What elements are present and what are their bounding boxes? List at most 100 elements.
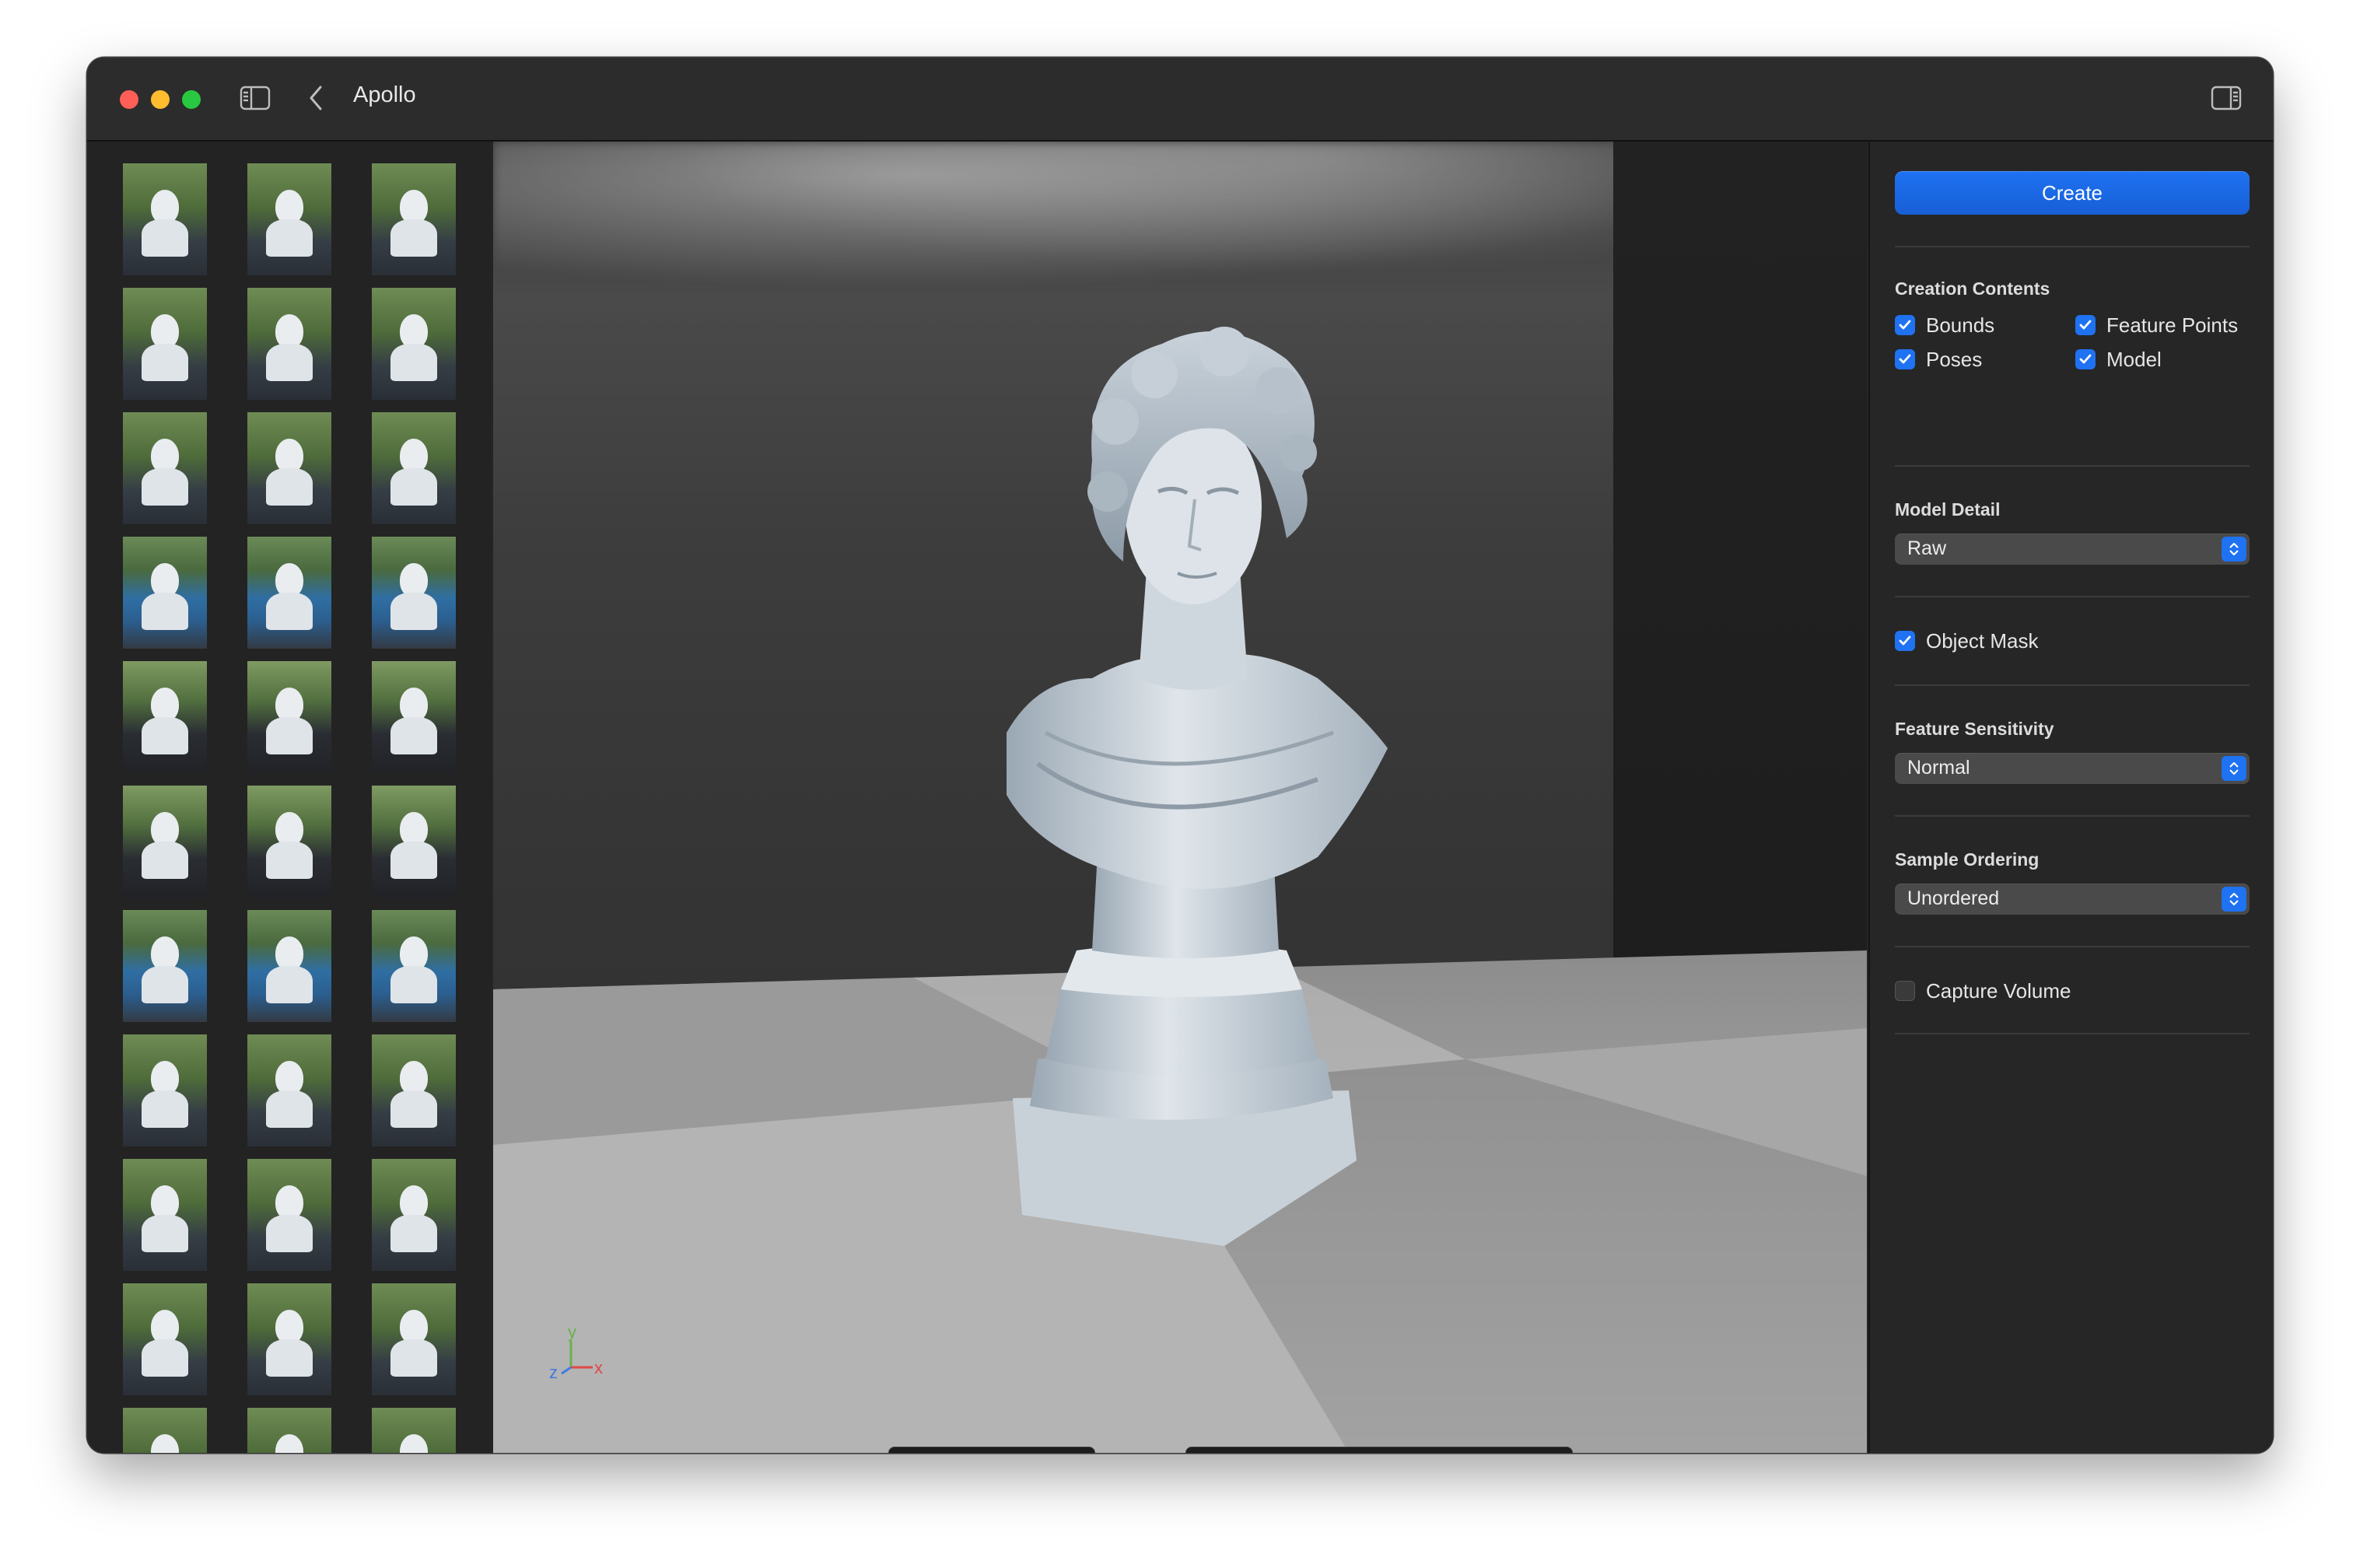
image-thumbnail[interactable] [247, 910, 331, 1022]
image-thumbnail[interactable] [372, 537, 456, 649]
image-thumbnail[interactable] [247, 661, 331, 773]
thumbnail-bust-body [266, 344, 313, 381]
image-thumbnail[interactable] [123, 537, 207, 649]
image-thumbnail[interactable] [372, 910, 456, 1022]
image-thumbnail[interactable] [123, 910, 207, 1022]
close-window-button[interactable] [120, 90, 138, 109]
sample-ordering-select[interactable]: Unordered [1895, 884, 2250, 915]
poses-checkbox-row[interactable]: Poses [1895, 347, 1982, 372]
toolbar-group-view [1185, 1447, 1573, 1453]
image-thumbnail[interactable] [372, 1034, 456, 1146]
sample-ordering-label: Sample Ordering [1895, 849, 2040, 870]
object-mask-checkbox[interactable] [1895, 631, 1915, 651]
image-thumbnail[interactable] [123, 163, 207, 275]
axis-y-label: y [568, 1324, 576, 1342]
image-thumbnail[interactable] [123, 1034, 207, 1146]
create-button[interactable]: Create [1895, 171, 2250, 215]
image-thumbnail[interactable] [123, 412, 207, 524]
image-thumbnail[interactable] [247, 1408, 331, 1453]
image-thumbnail[interactable] [247, 412, 331, 524]
capture-volume-checkbox-row[interactable]: Capture Volume [1895, 978, 2071, 1003]
minimize-window-button[interactable] [151, 90, 170, 109]
bounds-checkbox[interactable] [1895, 315, 1915, 335]
thumbnail-bust-body [266, 1215, 313, 1252]
image-thumbnail[interactable] [372, 1159, 456, 1271]
feature-points-label: Feature Points [2106, 313, 2239, 337]
poses-label: Poses [1926, 347, 1983, 371]
bounds-label: Bounds [1926, 313, 1995, 337]
divider [1895, 246, 2250, 247]
image-thumbnail[interactable] [247, 1283, 331, 1395]
title-bar: Apollo [87, 58, 2273, 142]
sidebar-toggle-icon[interactable] [240, 86, 271, 110]
image-thumbnail[interactable] [123, 786, 207, 898]
creation-contents-label: Creation Contents [1895, 278, 2050, 299]
divider [1895, 1033, 2250, 1034]
thumbnail-bust-body [142, 842, 188, 879]
image-thumbnail[interactable] [123, 288, 207, 400]
back-chevron-icon[interactable] [306, 84, 325, 112]
divider [1895, 946, 2250, 947]
model-checkbox[interactable] [2075, 349, 2096, 369]
object-mask-label: Object Mask [1926, 628, 2039, 653]
updown-chevron-icon [2222, 887, 2246, 912]
thumbnail-bust-body [266, 966, 313, 1003]
image-thumbnail[interactable] [372, 786, 456, 898]
thumbnail-bust-body [390, 1090, 437, 1128]
divider [1895, 684, 2250, 686]
poses-checkbox[interactable] [1895, 349, 1915, 369]
image-thumbnail[interactable] [123, 661, 207, 773]
feature-points-checkbox-row[interactable]: Feature Points [2075, 313, 2238, 338]
feature-points-checkbox[interactable] [2075, 315, 2096, 335]
thumbnail-bust-body [266, 468, 313, 506]
updown-chevron-icon [2222, 756, 2246, 781]
image-thumbnail[interactable] [247, 1159, 331, 1271]
divider [1895, 465, 2250, 467]
apollo-bust-model [1007, 327, 1388, 1246]
thumbnail-bust-body [390, 468, 437, 506]
window-title: Apollo [353, 82, 416, 107]
model-detail-value: Raw [1907, 537, 1947, 559]
thumbnail-bust-body [390, 344, 437, 381]
object-mask-checkbox-row[interactable]: Object Mask [1895, 628, 2039, 653]
image-thumbnail[interactable] [247, 537, 331, 649]
image-thumbnail[interactable] [372, 412, 456, 524]
thumbnail-bust-head [151, 1434, 179, 1453]
thumbnail-bust-body [142, 966, 188, 1003]
image-thumbnail[interactable] [372, 288, 456, 400]
image-thumbnail[interactable] [372, 1408, 456, 1453]
image-thumbnail[interactable] [247, 1034, 331, 1146]
axis-gizmo: y x z [549, 1324, 603, 1382]
image-thumbnail[interactable] [247, 163, 331, 275]
divider [1895, 596, 2250, 597]
3d-viewport[interactable]: y x z [493, 142, 1867, 1453]
inspector-panel: Create Creation Contents Bounds Feature … [1868, 142, 2273, 1453]
image-thumbnail[interactable] [372, 661, 456, 773]
thumbnail-bust-body [390, 842, 437, 879]
thumbnail-bust-body [390, 1339, 437, 1377]
image-thumbnail[interactable] [247, 786, 331, 898]
toolbar-group-capture [888, 1447, 1095, 1453]
image-thumbnail[interactable] [123, 1159, 207, 1271]
image-thumbnail[interactable] [372, 163, 456, 275]
inspector-toggle-icon[interactable] [2211, 86, 2242, 110]
thumbnail-bust-body [266, 593, 313, 630]
zoom-window-button[interactable] [182, 90, 201, 109]
thumbnail-bust-body [390, 966, 437, 1003]
thumbnail-bust-head [275, 1434, 303, 1453]
bounds-checkbox-row[interactable]: Bounds [1895, 313, 1994, 338]
image-thumbnail[interactable] [372, 1283, 456, 1395]
feature-sensitivity-select[interactable]: Normal [1895, 753, 2250, 784]
thumbnail-bust-body [142, 1090, 188, 1128]
model-detail-select[interactable]: Raw [1895, 534, 2250, 565]
image-thumbnail[interactable] [123, 1408, 207, 1453]
capture-volume-checkbox[interactable] [1895, 981, 1915, 1001]
thumbnail-bust-body [142, 1215, 188, 1252]
image-thumbnail-grid [87, 142, 492, 1453]
model-checkbox-row[interactable]: Model [2075, 347, 2162, 372]
image-thumbnail[interactable] [247, 288, 331, 400]
image-thumbnail[interactable] [123, 1283, 207, 1395]
thumbnail-bust-body [390, 593, 437, 630]
thumbnail-bust-body [266, 1090, 313, 1128]
thumbnail-bust-body [390, 717, 437, 754]
